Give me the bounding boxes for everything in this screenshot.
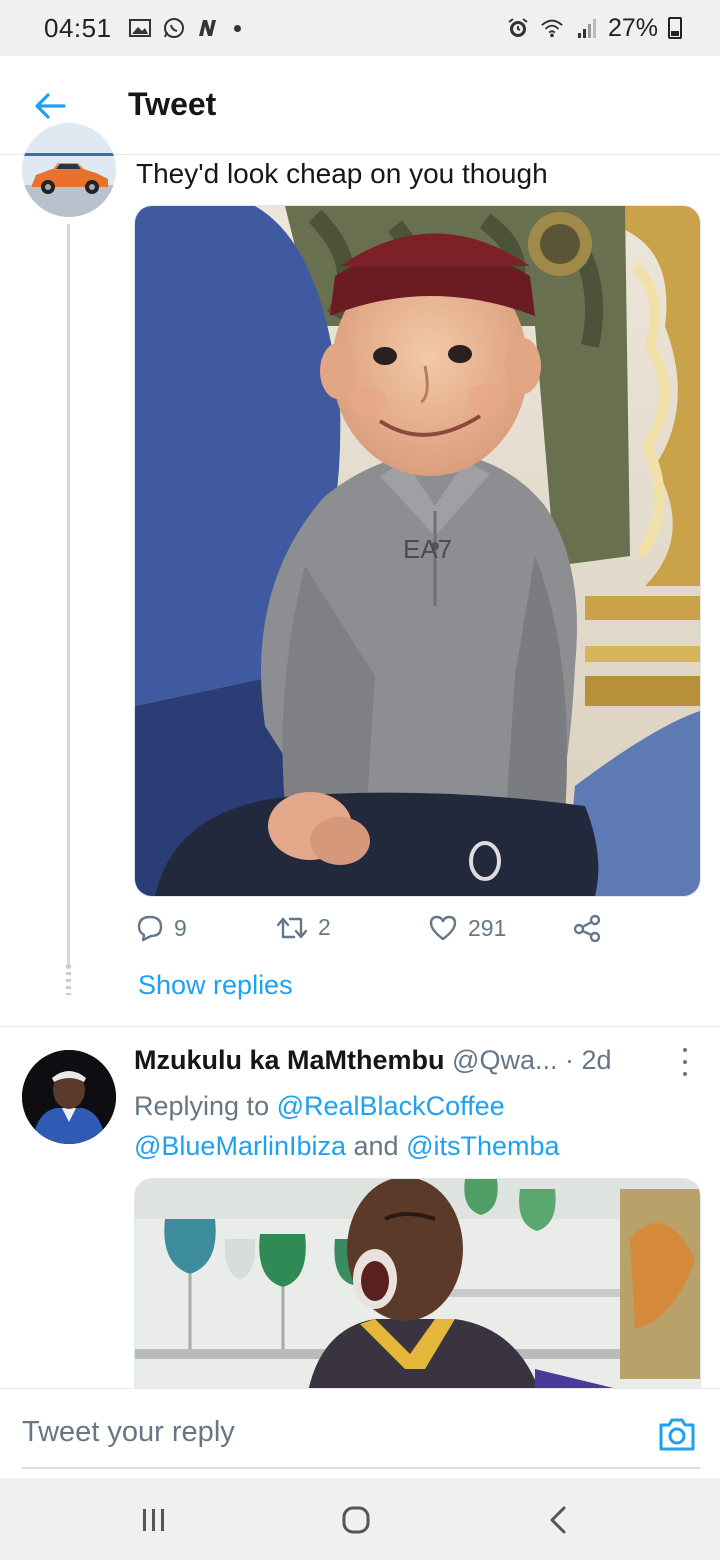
mention-link[interactable]: @BlueMarlinIbiza [134, 1131, 346, 1161]
status-bar: 04:51 27% [0, 0, 720, 56]
retweet-icon [276, 917, 308, 938]
alarm-icon [506, 17, 530, 39]
camera-button[interactable] [656, 1413, 698, 1455]
tweet-header: Mzukulu ka MaMthembu @Qwa... · 2d [134, 1045, 694, 1076]
thread-dots [66, 965, 71, 995]
chevron-left-icon [550, 1506, 566, 1534]
thread-line [67, 224, 70, 969]
tweet-image[interactable]: EA7 [134, 205, 701, 897]
avatar[interactable] [22, 123, 116, 217]
retweet-button[interactable]: 2 [276, 914, 331, 941]
tweet-text: They'd look cheap on you though [136, 158, 548, 189]
like-button[interactable]: 291 [428, 914, 506, 942]
author-handle[interactable]: @Qwa... [452, 1045, 557, 1075]
gallery-icon [128, 17, 152, 39]
share-icon [573, 914, 601, 942]
recent-apps-icon [143, 1509, 164, 1531]
battery-percent: 27% [607, 13, 658, 42]
reply-input[interactable] [22, 1416, 622, 1449]
replying-to: Replying to @RealBlackCoffee @BlueMarlin… [134, 1086, 674, 1166]
recent-apps-button[interactable] [132, 1498, 176, 1542]
tweet-time: · 2d [564, 1045, 612, 1075]
signal-icon [574, 17, 598, 39]
status-time: 04:51 [44, 12, 112, 43]
share-button[interactable] [572, 914, 602, 942]
reply-icon [137, 915, 163, 942]
reply-button[interactable]: 9 [136, 914, 187, 942]
shirt-logo: EA7 [403, 534, 452, 564]
reply-underline [22, 1467, 700, 1469]
camera-icon [659, 1418, 695, 1451]
mention-link[interactable]: @RealBlackCoffee [277, 1091, 505, 1121]
heart-icon [429, 915, 457, 941]
home-icon [342, 1506, 370, 1534]
status-left: 04:51 [44, 13, 241, 44]
divider [0, 1026, 720, 1027]
show-replies-link[interactable]: Show replies [138, 970, 293, 1001]
tweet-actions: 9 2 291 [136, 914, 616, 950]
news-icon [196, 17, 220, 39]
reply-composer [0, 1388, 720, 1479]
author-name[interactable]: Mzukulu ka MaMthembu [134, 1045, 445, 1075]
more-dot [683, 1048, 687, 1052]
back-button[interactable] [30, 86, 70, 126]
page-title: Tweet [128, 86, 217, 122]
notification-dot [233, 24, 241, 32]
app-header: Tweet [0, 56, 720, 155]
tweet-image[interactable] [134, 1178, 701, 1409]
wifi-icon [540, 17, 564, 39]
more-options-button[interactable] [678, 1048, 692, 1076]
more-dot [683, 1060, 687, 1064]
arrow-left-icon [35, 93, 66, 119]
battery-icon [668, 17, 682, 39]
home-button[interactable] [334, 1498, 378, 1542]
and-text: and [353, 1131, 399, 1161]
retweet-count: 2 [318, 914, 331, 940]
whatsapp-icon [162, 17, 186, 39]
system-nav-bar [0, 1478, 720, 1560]
like-count: 291 [468, 914, 507, 941]
back-nav-button[interactable] [536, 1498, 580, 1542]
reply-count: 9 [174, 914, 187, 941]
avatar[interactable] [22, 1050, 116, 1144]
more-dot [683, 1072, 687, 1076]
mention-link[interactable]: @itsThemba [406, 1131, 559, 1161]
replying-prefix: Replying to [134, 1091, 270, 1121]
status-right: 27% [506, 14, 682, 43]
